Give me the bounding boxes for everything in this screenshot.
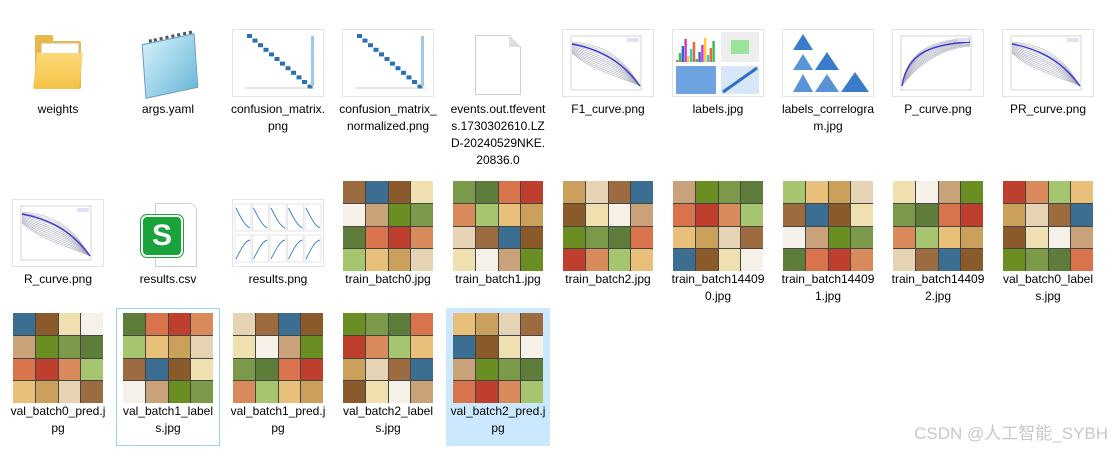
file-item[interactable]: confusion_matrix.png xyxy=(226,6,330,144)
notepad-icon xyxy=(122,11,214,101)
file-name: results.csv xyxy=(139,272,197,286)
file-name: val_batch0_labels.jpg xyxy=(1002,272,1094,303)
file-name: R_curve.png xyxy=(23,272,93,286)
file-name: val_batch0_pred.jpg xyxy=(10,404,106,435)
image-thumbnail xyxy=(452,313,544,403)
file-item[interactable]: events.out.tfevents.1730302610.LZD-20240… xyxy=(446,6,550,167)
file-item[interactable]: val_batch0_pred.jpg xyxy=(6,308,110,446)
folder-icon xyxy=(12,11,104,101)
image-thumbnail xyxy=(1002,181,1094,271)
image-thumbnail xyxy=(342,313,434,403)
image-thumbnail xyxy=(892,181,984,271)
image-thumbnail xyxy=(672,181,764,271)
file-item[interactable]: args.yaml xyxy=(116,6,220,144)
image-thumbnail xyxy=(342,11,434,101)
image-thumbnail xyxy=(342,181,434,271)
file-item[interactable]: val_batch2_labels.jpg xyxy=(336,308,440,446)
file-item[interactable]: labels.jpg xyxy=(666,6,770,144)
file-item[interactable]: weights xyxy=(6,6,110,144)
file-item[interactable]: Sresults.csv xyxy=(116,176,220,314)
file-item[interactable]: train_batch1.jpg xyxy=(446,176,550,314)
file-name: val_batch1_labels.jpg xyxy=(122,404,214,435)
image-thumbnail xyxy=(672,11,764,101)
file-name: train_batch144090.jpg xyxy=(671,272,765,303)
image-thumbnail xyxy=(12,313,104,403)
file-item[interactable]: val_batch2_pred.jpg xyxy=(446,308,550,446)
file-name: weights xyxy=(37,102,79,116)
file-item[interactable]: train_batch2.jpg xyxy=(556,176,660,314)
file-name: events.out.tfevents.1730302610.LZD-20240… xyxy=(450,102,546,167)
file-name: labels_correlogram.jpg xyxy=(781,102,875,133)
file-name: P_curve.png xyxy=(904,102,972,116)
file-name: F1_curve.png xyxy=(571,102,645,116)
file-name: train_batch144091.jpg xyxy=(781,272,875,303)
image-thumbnail xyxy=(232,313,324,403)
file-grid: weights args.yaml confusion_matrix.png conf… xyxy=(0,0,1114,452)
image-thumbnail xyxy=(12,181,104,271)
image-thumbnail xyxy=(122,313,214,403)
file-name: val_batch2_pred.jpg xyxy=(450,404,546,435)
file-name: train_batch2.jpg xyxy=(565,272,651,286)
file-item[interactable]: train_batch144090.jpg xyxy=(666,176,770,314)
file-name: PR_curve.png xyxy=(1009,102,1087,116)
image-thumbnail xyxy=(562,11,654,101)
file-name: train_batch144092.jpg xyxy=(891,272,985,303)
image-thumbnail xyxy=(782,181,874,271)
file-name: labels.jpg xyxy=(692,102,744,116)
image-thumbnail xyxy=(452,181,544,271)
file-item[interactable]: train_batch144091.jpg xyxy=(776,176,880,314)
file-name: args.yaml xyxy=(141,102,194,116)
file-item[interactable]: results.png xyxy=(226,176,330,314)
file-item[interactable]: F1_curve.png xyxy=(556,6,660,144)
csv-badge-icon: S xyxy=(141,215,183,257)
file-item[interactable]: val_batch1_labels.jpg xyxy=(116,308,220,446)
image-thumbnail xyxy=(232,181,324,271)
image-thumbnail xyxy=(232,11,324,101)
file-name: confusion_matrix_normalized.png xyxy=(339,102,437,133)
file-name: train_batch1.jpg xyxy=(455,272,541,286)
file-name: val_batch1_pred.jpg xyxy=(230,404,326,435)
file-name: results.png xyxy=(248,272,308,286)
file-name: val_batch2_labels.jpg xyxy=(342,404,434,435)
file-item[interactable]: PR_curve.png xyxy=(996,6,1100,144)
file-item[interactable]: train_batch0.jpg xyxy=(336,176,440,314)
file-name: confusion_matrix.png xyxy=(230,102,326,133)
document-icon xyxy=(452,11,544,101)
file-name: train_batch0.jpg xyxy=(345,272,431,286)
file-item[interactable]: confusion_matrix_normalized.png xyxy=(336,6,440,144)
file-item[interactable]: train_batch144092.jpg xyxy=(886,176,990,314)
file-item[interactable]: val_batch1_pred.jpg xyxy=(226,308,330,446)
image-thumbnail xyxy=(782,11,874,101)
file-item[interactable]: R_curve.png xyxy=(6,176,110,314)
watermark: CSDN @人工智能_SYBH xyxy=(914,424,1108,443)
image-thumbnail xyxy=(562,181,654,271)
file-item[interactable]: val_batch0_labels.jpg xyxy=(996,176,1100,314)
file-item[interactable]: labels_correlogram.jpg xyxy=(776,6,880,144)
image-thumbnail xyxy=(892,11,984,101)
spreadsheet-icon: S xyxy=(122,181,214,271)
file-item[interactable]: P_curve.png xyxy=(886,6,990,144)
image-thumbnail xyxy=(1002,11,1094,101)
